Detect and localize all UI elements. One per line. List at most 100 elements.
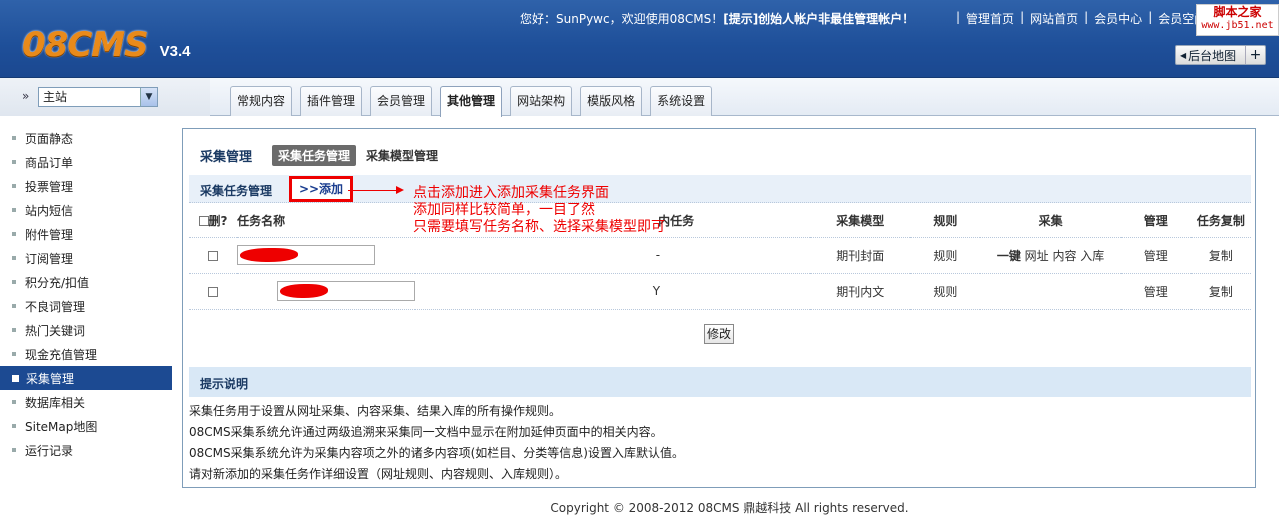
one-click-link[interactable]: 一键 [997,249,1021,263]
annotation-line: 点击添加进入添加采集任务界面 [413,185,609,201]
col-task-name: 任务名称 [237,204,416,238]
row-checkbox[interactable] [208,286,219,297]
tab-plugins[interactable]: 插件管理 [300,86,363,116]
welcome-message: 您好：SunPywc，欢迎使用08CMS！[提示]创始人帐户非最佳管理帐户！ [520,10,914,27]
row-checkbox[interactable] [208,250,219,261]
copy-link[interactable]: 复制 [1190,273,1251,310]
tab-architecture[interactable]: 网站架构 [510,86,573,116]
subtab-task-management[interactable]: 采集任务管理 [272,145,357,166]
redaction-mark [280,284,329,298]
bullet-icon [12,256,16,260]
hint-content: 采集任务用于设置从网址采集、内容采集、结果入库的所有操作规则。 08CMS采集系… [189,401,684,485]
annotation-arrow-icon [396,186,404,194]
bullet-icon [12,448,16,452]
sidebar-item-label: 附件管理 [25,227,74,242]
logo: 08CMS V3.4 [22,24,190,64]
sidebar-item-database[interactable]: 数据库相关 [0,390,172,414]
site-select[interactable]: 主站 ▼ [38,87,158,107]
sidebar-item-subscriptions[interactable]: 订阅管理 [0,246,172,270]
chevron-down-icon[interactable]: ▼ [140,88,157,106]
annotation-arrow-line [348,190,402,191]
sidebar-item-cash-recharge[interactable]: 现金充值管理 [0,342,172,366]
row-checkbox-cell [189,237,238,274]
task-name-input[interactable] [277,281,416,301]
sidebar-item-hot-keywords[interactable]: 热门关键词 [0,318,172,342]
rule-link[interactable]: 规则 [910,237,981,274]
sidebar-item-votes[interactable]: 投票管理 [0,174,172,198]
hint-line: 08CMS采集系统允许为采集内容项之外的诸多内容项(如栏目、分类等信息)设置入库… [189,446,684,460]
sidebar-item-label: 运行记录 [25,443,74,458]
top-header: 08CMS V3.4 您好：SunPywc，欢迎使用08CMS！[提示]创始人帐… [0,0,1279,78]
sidebar-item-label: 投票管理 [25,179,74,194]
sidebar-item-bad-words[interactable]: 不良词管理 [0,294,172,318]
sitemap-label: 后台地图 [1188,48,1237,63]
sidebar-item-collection[interactable]: 采集管理 [0,366,172,390]
sidebar-item-label: 热门关键词 [25,323,86,338]
col-manage: 管理 [1120,204,1191,238]
watermark-url: www.jb51.net [1201,20,1274,31]
sidebar-item-orders[interactable]: 商品订单 [0,150,172,174]
sidebar-item-static-pages[interactable]: 页面静态 [0,126,172,150]
model-cell: 期刊内文 [810,273,911,310]
hint-header: 提示说明 [189,367,1251,397]
collect-cell [980,273,1121,310]
bullet-icon [12,184,16,188]
task-table: 删? 任务名称 内任务 采集模型 规则 采集 管理 任务复制 - 期刊封面 规则… [189,204,1251,310]
bullet-icon [12,304,16,308]
hint-title: 提示说明 [200,377,249,391]
bullet-icon [12,352,16,356]
manage-link[interactable]: 管理 [1120,273,1191,310]
bullet-icon [12,232,16,236]
copy-link[interactable]: 复制 [1190,237,1251,274]
annotation-line: 只需要填写任务名称、选择采集模型即可 [413,219,665,235]
sidebar-item-messages[interactable]: 站内短信 [0,198,172,222]
sidebar-item-sitemap[interactable]: SiteMap地图 [0,414,172,438]
collect-links[interactable]: 网址 内容 入库 [1025,249,1105,263]
annotation-text: 点击添加进入添加采集任务界面 添加同样比较简单，一目了然 只需要填写任务名称、选… [413,185,665,236]
subtab-model-management[interactable]: 采集模型管理 [366,147,438,164]
watermark: 脚本之家 www.jb51.net [1196,4,1279,36]
sidebar-item-label: 商品订单 [25,155,74,170]
plus-icon[interactable]: + [1245,46,1265,64]
collapse-icon[interactable]: » [22,89,29,103]
admin-tip: [提示]创始人帐户非最佳管理帐户！ [723,12,915,26]
sidebar-item-label: 不良词管理 [25,299,86,314]
logo-text: 08CMS [22,25,149,65]
collect-cell: 一键 网址 内容 入库 [980,237,1121,274]
rule-link[interactable]: 规则 [910,273,981,310]
section-header: 采集任务管理 >>添加 [189,175,1251,203]
task-name-input[interactable] [237,245,376,265]
sidebar-item-attachments[interactable]: 附件管理 [0,222,172,246]
sitemap-button[interactable]: ◀ 后台地图 + [1175,45,1266,65]
sidebar-item-logs[interactable]: 运行记录 [0,438,172,462]
main-panel: 采集管理 采集任务管理 采集模型管理 采集任务管理 >>添加 删? 任务名称 内… [182,128,1256,488]
modify-button[interactable]: 修改 [704,324,734,344]
manage-link[interactable]: 管理 [1120,237,1191,274]
main-nav: » 主站 ▼ 常规内容 插件管理 会员管理 其他管理 网站架构 模版风格 系统设… [0,78,1279,117]
row-checkbox-cell [189,273,238,310]
link-member-center[interactable]: 会员中心 [1094,10,1142,27]
tab-members[interactable]: 会员管理 [370,86,433,116]
link-admin-home[interactable]: 管理首页 [966,10,1014,27]
col-collect: 采集 [980,204,1121,238]
sidebar-item-label: 数据库相关 [25,395,86,410]
sidebar-item-label: 订阅管理 [25,251,74,266]
welcome-text: 您好：SunPywc，欢迎使用08CMS！ [520,12,724,26]
tab-system[interactable]: 系统设置 [650,86,713,116]
link-site-home[interactable]: 网站首页 [1030,10,1078,27]
footer-copyright: Copyright © 2008-2012 08CMS 鼎越科技 All rig… [550,501,909,515]
select-all-checkbox[interactable] [198,216,209,227]
sidebar-item-label: SiteMap地图 [25,419,98,434]
sidebar-item-label: 积分充/扣值 [25,275,90,290]
watermark-title: 脚本之家 [1213,5,1262,19]
tab-templates[interactable]: 模版风格 [580,86,643,116]
sidebar-item-points[interactable]: 积分充/扣值 [0,270,172,294]
table-row: - 期刊封面 规则 一键 网址 内容 入库 管理 复制 [189,237,1251,274]
tab-other[interactable]: 其他管理 [440,86,503,117]
version-label: V3.4 [159,43,191,60]
tab-content[interactable]: 常规内容 [230,86,293,116]
sidebar-item-label: 采集管理 [26,371,75,386]
sidebar-item-label: 页面静态 [25,131,74,146]
table-row: Y 期刊内文 规则 管理 复制 [189,273,1251,310]
add-task-link[interactable]: >>添加 [289,176,353,202]
